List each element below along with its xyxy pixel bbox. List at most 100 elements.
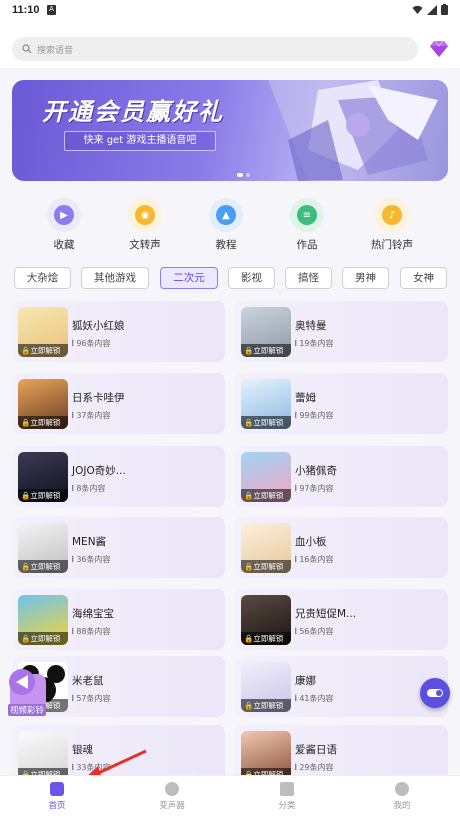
card-title: 海绵宝宝 [72,608,114,620]
banner-subtitle: 快来 get 游戏主播语音吧 [64,131,216,151]
category-tab[interactable]: 男神 [342,267,389,289]
card-count: 𝄃 19条内容 [295,339,334,348]
category-tab[interactable]: 女神 [400,267,447,289]
nav-label: 变声器 [159,801,185,811]
category-tab[interactable]: 影视 [228,267,275,289]
quick-action-label: 热门铃声 [371,239,413,251]
unlock-badge: 🔒立即解锁 [241,344,291,357]
card-count: 𝄃 41条内容 [295,694,334,703]
top-bar: 搜索语音 [0,22,460,68]
voice-pack-card[interactable]: 🔒立即解锁 康娜 𝄃 41条内容 [235,656,448,717]
unlock-badge: 🔒立即解锁 [241,699,291,712]
graduation-cap-icon: ▲ [209,198,243,232]
card-count: 𝄃 36条内容 [72,555,111,564]
profile-icon [395,782,409,796]
wifi-icon [412,5,423,14]
thumbnail-men-chan: 🔒立即解锁 [18,523,68,573]
category-tabs: 大杂烩 其他游戏 二次元 影视 搞怪 男神 女神 [14,267,460,290]
nav-profile[interactable]: 我的 [372,782,432,811]
quick-action-tutorial[interactable]: ▲ 教程 [196,198,256,252]
card-count: 𝄃 96条内容 [72,339,111,348]
card-title: 米老鼠 [72,675,104,687]
card-title: 奥特曼 [295,320,327,332]
category-tab[interactable]: 搞怪 [285,267,332,289]
unlock-badge: 🔒立即解锁 [241,560,291,573]
nav-voice-changer[interactable]: 变声器 [142,782,202,811]
toggle-icon [427,689,443,697]
card-title: 爱酱日语 [295,744,337,756]
card-count: 𝄃 37条内容 [72,411,111,420]
category-tab[interactable]: 其他游戏 [81,267,149,289]
quick-action-label: 收藏 [53,239,75,251]
voice-pack-card[interactable]: 🔒立即解锁 海绵宝宝 𝄃 88条内容 [12,589,225,650]
nav-home[interactable]: 首页 [27,782,87,811]
voice-pack-card[interactable]: 🔒立即解锁 日系卡哇伊 𝄃 37条内容 [12,373,225,434]
unlock-badge: 🔒立即解锁 [18,560,68,573]
search-icon [22,44,32,54]
carousel-dot [246,173,250,177]
home-icon [50,782,64,796]
thumbnail-rem: 🔒立即解锁 [241,379,291,429]
card-title: MEN酱 [72,536,107,548]
bottom-nav: 首页 变声器 分类 我的 [0,775,460,817]
quick-action-label: 文转声 [129,239,161,251]
nav-category[interactable]: 分类 [257,782,317,811]
card-title: 蕾姆 [295,392,316,404]
voice-pack-card[interactable]: 🔒立即解锁 MEN酱 𝄃 36条内容 [12,517,225,578]
promo-banner[interactable]: 开通会员赢好礼 快来 get 游戏主播语音吧 [12,80,448,181]
voice-pack-card[interactable]: 🔒立即解锁 兄贵短促M... 𝄃 56条内容 [235,589,448,650]
quick-action-works[interactable]: ≡ 作品 [277,198,337,252]
voice-pack-card[interactable]: 🔒立即解锁 奥特曼 𝄃 19条内容 [235,301,448,362]
toggle-float-button[interactable] [420,678,450,708]
diamond-vip-icon[interactable] [427,37,451,61]
search-input[interactable]: 搜索语音 [12,37,418,61]
voice-pack-card[interactable]: 🔒立即解锁 蕾姆 𝄃 99条内容 [235,373,448,434]
video-ringtone-label: 视频彩铃 [8,704,47,716]
card-title: 日系卡哇伊 [72,392,125,404]
signal-icon [427,4,437,15]
unlock-badge: 🔒立即解锁 [241,489,291,502]
nav-label: 我的 [393,801,411,811]
unlock-badge: 🔒立即解锁 [241,416,291,429]
coin-icon: ◉ [128,198,162,232]
quick-action-text-to-speech[interactable]: ◉ 文转声 [115,198,175,252]
music-note-icon: ♪ [375,198,409,232]
thumbnail-gintama: 🔒立即解锁 [18,731,68,781]
thumbnail-ai-chan: 🔒立即解锁 [241,731,291,781]
banner-title: 开通会员赢好礼 [42,97,224,126]
category-tab[interactable]: 大杂烩 [14,267,71,289]
layers-icon: ≡ [290,198,324,232]
card-title: 狐妖小红娘 [72,320,125,332]
quick-action-favorites[interactable]: ▶ 收藏 [34,198,94,252]
carousel-dot [237,173,243,177]
voice-changer-icon [165,782,179,796]
thumbnail-jojo: 🔒立即解锁 [18,452,68,502]
carousel-dots [237,173,250,177]
notification-icon: A [47,5,56,15]
search-placeholder: 搜索语音 [37,44,74,55]
voice-pack-card[interactable]: 🔒立即解锁 JOJO奇妙... 𝄃 8条内容 [12,446,225,507]
status-time: 11:10 [12,4,40,16]
thumbnail-platelet: 🔒立即解锁 [241,523,291,573]
card-title: 小猪佩奇 [295,465,337,477]
voice-pack-card[interactable]: 🔒立即解锁 狐妖小红娘 𝄃 96条内容 [12,301,225,362]
card-title: 血小板 [295,536,327,548]
category-tab-active[interactable]: 二次元 [160,267,218,289]
unlock-badge: 🔒立即解锁 [241,632,291,645]
thumbnail-spongebob: 🔒立即解锁 [18,595,68,645]
voice-pack-card[interactable]: 🔒立即解锁 小猪佩奇 𝄃 97条内容 [235,446,448,507]
grid-icon [280,782,294,796]
card-title: JOJO奇妙... [72,465,126,477]
nav-label: 分类 [278,801,296,811]
unlock-badge: 🔒立即解锁 [18,489,68,502]
thumbnail-anime-kawaii: 🔒立即解锁 [18,379,68,429]
quick-action-hot-ringtones[interactable]: ♪ 热门铃声 [362,198,422,252]
unlock-badge: 🔒立即解锁 [18,344,68,357]
card-count: 𝄃 56条内容 [295,627,334,636]
battery-icon [441,4,448,15]
quick-action-label: 教程 [215,239,237,251]
voice-pack-card[interactable]: 🔒立即解锁 血小板 𝄃 16条内容 [235,517,448,578]
card-count: 𝄃 29条内容 [295,763,334,772]
card-count: 𝄃 97条内容 [295,484,334,493]
card-count: 𝄃 57条内容 [72,694,111,703]
